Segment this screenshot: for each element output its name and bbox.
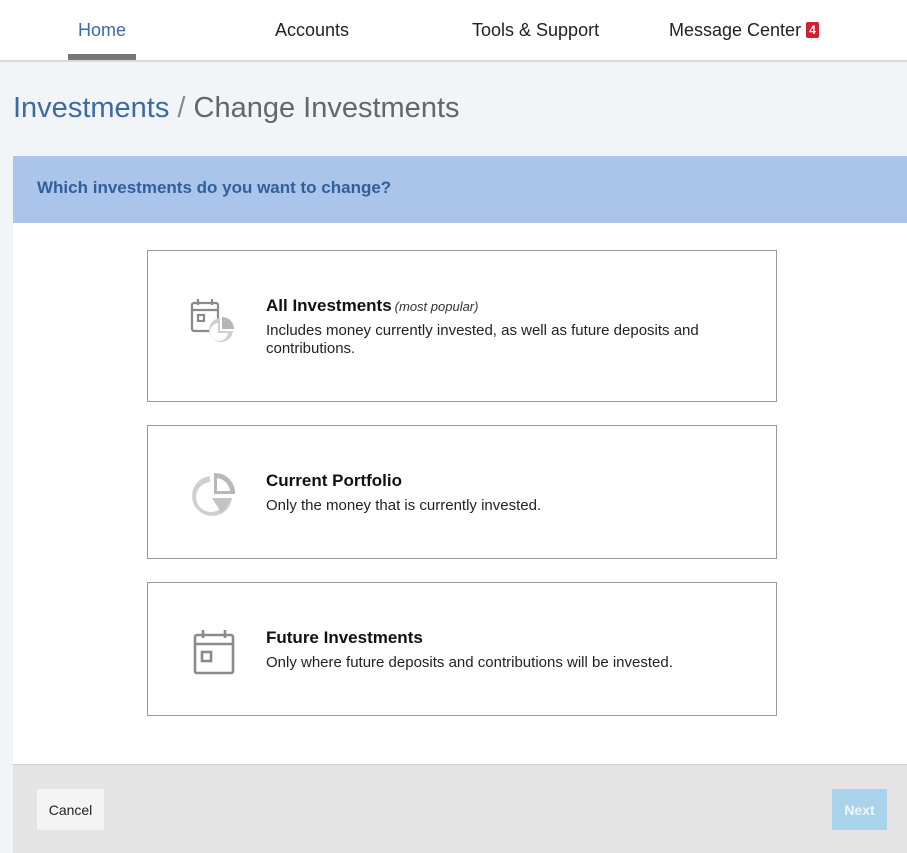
option-current-portfolio[interactable]: Current Portfolio Only the money that is… [147,425,777,559]
next-button[interactable]: Next [832,789,887,830]
cancel-button[interactable]: Cancel [37,789,104,830]
message-count-badge: 4 [806,22,819,38]
breadcrumb-separator: / [169,92,194,124]
option-description: Only where future deposits and contribut… [266,654,673,671]
option-title-label: All Investments [266,296,392,315]
footer-actions: Cancel Next [13,764,907,853]
option-title: Future Investments [266,628,423,647]
pie-chart-icon [192,472,236,516]
nav-message-center[interactable]: Message Center 4 [669,20,819,41]
option-description: Includes money currently invested, as we… [266,322,699,357]
option-title: All Investments (most popular) [266,296,746,316]
option-title: Current Portfolio [266,471,402,490]
option-text: Future Investments Only where future dep… [266,628,746,672]
most-popular-note: (most popular) [394,299,479,314]
option-text: All Investments (most popular) Includes m… [266,296,746,358]
active-tab-indicator [68,54,136,60]
page-title: Investments / Change Investments [13,92,460,125]
nav-message-center-label: Message Center [669,20,802,40]
top-navigation: Home Accounts Tools & Support Message Ce… [0,0,907,62]
question-banner: Which investments do you want to change? [13,156,907,223]
option-future-investments[interactable]: Future Investments Only where future dep… [147,582,777,716]
nav-tools-support[interactable]: Tools & Support [472,20,599,41]
nav-accounts[interactable]: Accounts [275,20,349,41]
option-all-investments[interactable]: All Investments (most popular) Includes m… [147,250,777,402]
calendar-icon [193,630,235,675]
question-text: Which investments do you want to change? [37,178,392,197]
calendar-pie-icon [190,299,234,342]
breadcrumb-current: Change Investments [193,92,460,124]
nav-home[interactable]: Home [78,20,126,41]
breadcrumb-investments-link[interactable]: Investments [13,92,169,124]
option-description: Only the money that is currently investe… [266,497,542,514]
option-text: Current Portfolio Only the money that is… [266,471,746,515]
